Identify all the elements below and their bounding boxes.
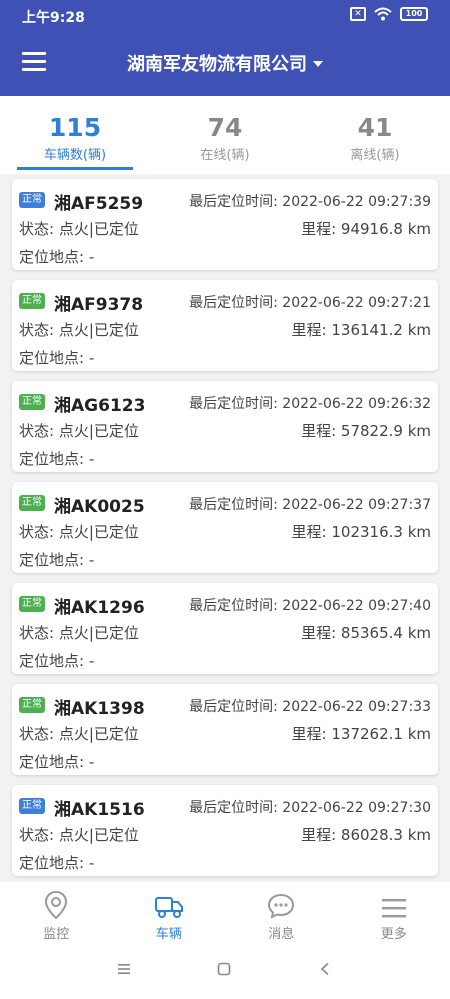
company-name: 湖南军友物流有限公司 (127, 54, 307, 75)
vehicle-status: 状态: 点火|已定位 (19, 826, 139, 844)
stat-label: 在线(辆) (200, 148, 250, 163)
tab-vehicles[interactable]: 车辆 (113, 882, 226, 944)
wifi-icon (374, 7, 392, 21)
vehicle-card[interactable]: 正常 湘AK0025 最后定位时间: 2022-06-22 09:27:37 状态:… (12, 482, 438, 573)
status-badge: 正常 (19, 798, 45, 814)
location: 定位地点: - (19, 551, 95, 569)
clock: 上午9:28 (22, 10, 85, 26)
truck-icon (154, 897, 183, 918)
vehicle-card[interactable]: 正常 湘AF5259 最后定位时间: 2022-06-22 09:27:39 状态:… (12, 179, 438, 270)
location: 定位地点: - (19, 854, 95, 872)
vehicle-status: 状态: 点火|已定位 (19, 523, 139, 541)
location: 定位地点: - (19, 248, 95, 266)
plate-number: 湘AK1296 (54, 598, 145, 618)
plate-number: 湘AK1398 (54, 699, 145, 719)
status-badge: 正常 (19, 394, 45, 410)
vehicle-stats: 115 车辆数(辆) 74 在线(辆) 41 离线(辆) (0, 96, 450, 174)
last-location-time: 最后定位时间: 2022-06-22 09:27:40 (189, 598, 431, 614)
last-location-time: 最后定位时间: 2022-06-22 09:27:30 (189, 800, 431, 816)
vehicle-card[interactable]: 正常 湘AG6123 最后定位时间: 2022-06-22 09:26:32 状态:… (12, 381, 438, 472)
status-bar: 上午9:28 ✕ 100 (0, 0, 450, 30)
app-bar: 湖南军友物流有限公司 (0, 30, 450, 96)
stat-online[interactable]: 74 在线(辆) (150, 96, 300, 174)
mileage: 里程: 85365.4 km (301, 624, 431, 642)
stat-offline[interactable]: 41 离线(辆) (300, 96, 450, 174)
recent-apps-icon[interactable] (117, 962, 131, 976)
menu-lines-icon (381, 899, 406, 918)
tab-messages[interactable]: 消息 (225, 882, 338, 944)
home-icon[interactable] (217, 962, 231, 976)
plate-number: 湘AG6123 (54, 396, 146, 416)
stat-value: 115 (48, 113, 102, 142)
last-location-time: 最后定位时间: 2022-06-22 09:27:39 (189, 194, 431, 210)
tab-label: 监控 (43, 927, 70, 942)
caret-down-icon (313, 61, 323, 67)
tab-label: 消息 (268, 927, 295, 942)
status-badge: 正常 (19, 697, 45, 713)
system-nav-bar (0, 944, 450, 999)
mileage: 里程: 136141.2 km (291, 321, 431, 339)
bottom-tab-bar: 监控 车辆 消息 更多 (0, 882, 450, 944)
last-location-time: 最后定位时间: 2022-06-22 09:26:32 (189, 396, 431, 412)
location: 定位地点: - (19, 349, 95, 367)
vehicle-card[interactable]: 正常 湘AK1516 最后定位时间: 2022-06-22 09:27:30 状态:… (12, 785, 438, 876)
plate-number: 湘AK0025 (54, 497, 145, 517)
mileage: 里程: 137262.1 km (291, 725, 431, 743)
location: 定位地点: - (19, 450, 95, 468)
status-badge: 正常 (19, 596, 45, 612)
battery-icon: 100 (400, 7, 428, 21)
stat-label: 车辆数(辆) (43, 148, 107, 163)
tab-label: 更多 (380, 927, 407, 942)
mileage: 里程: 57822.9 km (301, 422, 431, 440)
stat-value: 74 (207, 113, 243, 142)
vehicle-list[interactable]: 正常 湘AF5259 最后定位时间: 2022-06-22 09:27:39 状态:… (0, 174, 450, 882)
status-badge: 正常 (19, 192, 45, 208)
plate-number: 湘AK1516 (54, 800, 145, 820)
plate-number: 湘AF9378 (54, 295, 144, 315)
stat-total-vehicles[interactable]: 115 车辆数(辆) (0, 96, 150, 174)
mileage: 里程: 86028.3 km (301, 826, 431, 844)
chat-bubble-icon (268, 893, 295, 919)
mileage: 里程: 94916.8 km (301, 220, 431, 238)
stat-value: 41 (357, 113, 393, 142)
vehicle-status: 状态: 点火|已定位 (19, 321, 139, 339)
vehicle-status: 状态: 点火|已定位 (19, 624, 139, 642)
status-badge: 正常 (19, 495, 45, 511)
location-pin-icon (45, 890, 68, 920)
tab-more[interactable]: 更多 (338, 882, 450, 944)
vehicle-card[interactable]: 正常 湘AF9378 最后定位时间: 2022-06-22 09:27:21 状态:… (12, 280, 438, 371)
vehicle-card[interactable]: 正常 湘AK1296 最后定位时间: 2022-06-22 09:27:40 状态:… (12, 583, 438, 674)
last-location-time: 最后定位时间: 2022-06-22 09:27:33 (189, 699, 431, 715)
back-icon[interactable] (319, 962, 331, 976)
vehicle-card[interactable]: 正常 湘AK1398 最后定位时间: 2022-06-22 09:27:33 状态:… (12, 684, 438, 775)
last-location-time: 最后定位时间: 2022-06-22 09:27:21 (189, 295, 431, 311)
sim-card-icon: ✕ (350, 7, 366, 21)
location: 定位地点: - (19, 753, 95, 771)
tab-monitor[interactable]: 监控 (0, 882, 113, 944)
mileage: 里程: 102316.3 km (291, 523, 431, 541)
company-selector[interactable]: 湖南军友物流有限公司 (0, 50, 450, 76)
location: 定位地点: - (19, 652, 95, 670)
vehicle-status: 状态: 点火|已定位 (19, 725, 139, 743)
vehicle-status: 状态: 点火|已定位 (19, 220, 139, 238)
stat-label: 离线(辆) (350, 148, 400, 163)
status-icons: ✕ 100 (350, 7, 428, 21)
status-badge: 正常 (19, 293, 45, 309)
vehicle-status: 状态: 点火|已定位 (19, 422, 139, 440)
plate-number: 湘AF5259 (54, 194, 144, 214)
last-location-time: 最后定位时间: 2022-06-22 09:27:37 (189, 497, 431, 513)
tab-label: 车辆 (155, 927, 182, 942)
